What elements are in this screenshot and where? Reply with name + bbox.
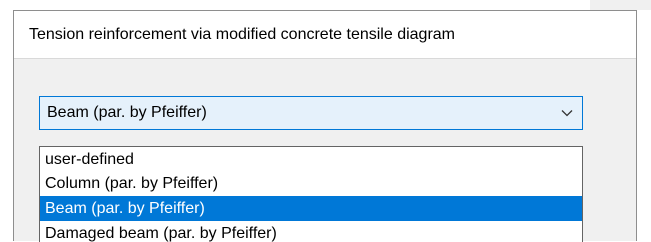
option-label: Beam (par. by Pfeiffer) [45, 200, 205, 217]
dialog-window: Tension reinforcement via modified concr… [13, 10, 637, 242]
option-label: Column (par. by Pfeiffer) [45, 175, 219, 192]
dialog-header: Tension reinforcement via modified concr… [14, 11, 636, 59]
top-strip-right [590, 0, 651, 10]
dropdown-option-damaged-beam[interactable]: Damaged beam (par. by Pfeiffer) [40, 221, 582, 242]
dropdown-option-user-defined[interactable]: user-defined [40, 147, 582, 172]
dialog-title: Tension reinforcement via modified concr… [29, 26, 455, 43]
chevron-down-icon[interactable] [560, 106, 574, 120]
top-strip [0, 0, 651, 10]
dropdown-option-beam[interactable]: Beam (par. by Pfeiffer) [40, 196, 582, 221]
option-label: Damaged beam (par. by Pfeiffer) [45, 225, 277, 242]
option-label: user-defined [45, 151, 134, 168]
type-combobox[interactable]: Beam (par. by Pfeiffer) [39, 96, 583, 130]
dropdown-option-column[interactable]: Column (par. by Pfeiffer) [40, 171, 582, 196]
type-dropdown-list: user-defined Column (par. by Pfeiffer) B… [39, 146, 583, 242]
combobox-selected-value: Beam (par. by Pfeiffer) [47, 104, 207, 121]
